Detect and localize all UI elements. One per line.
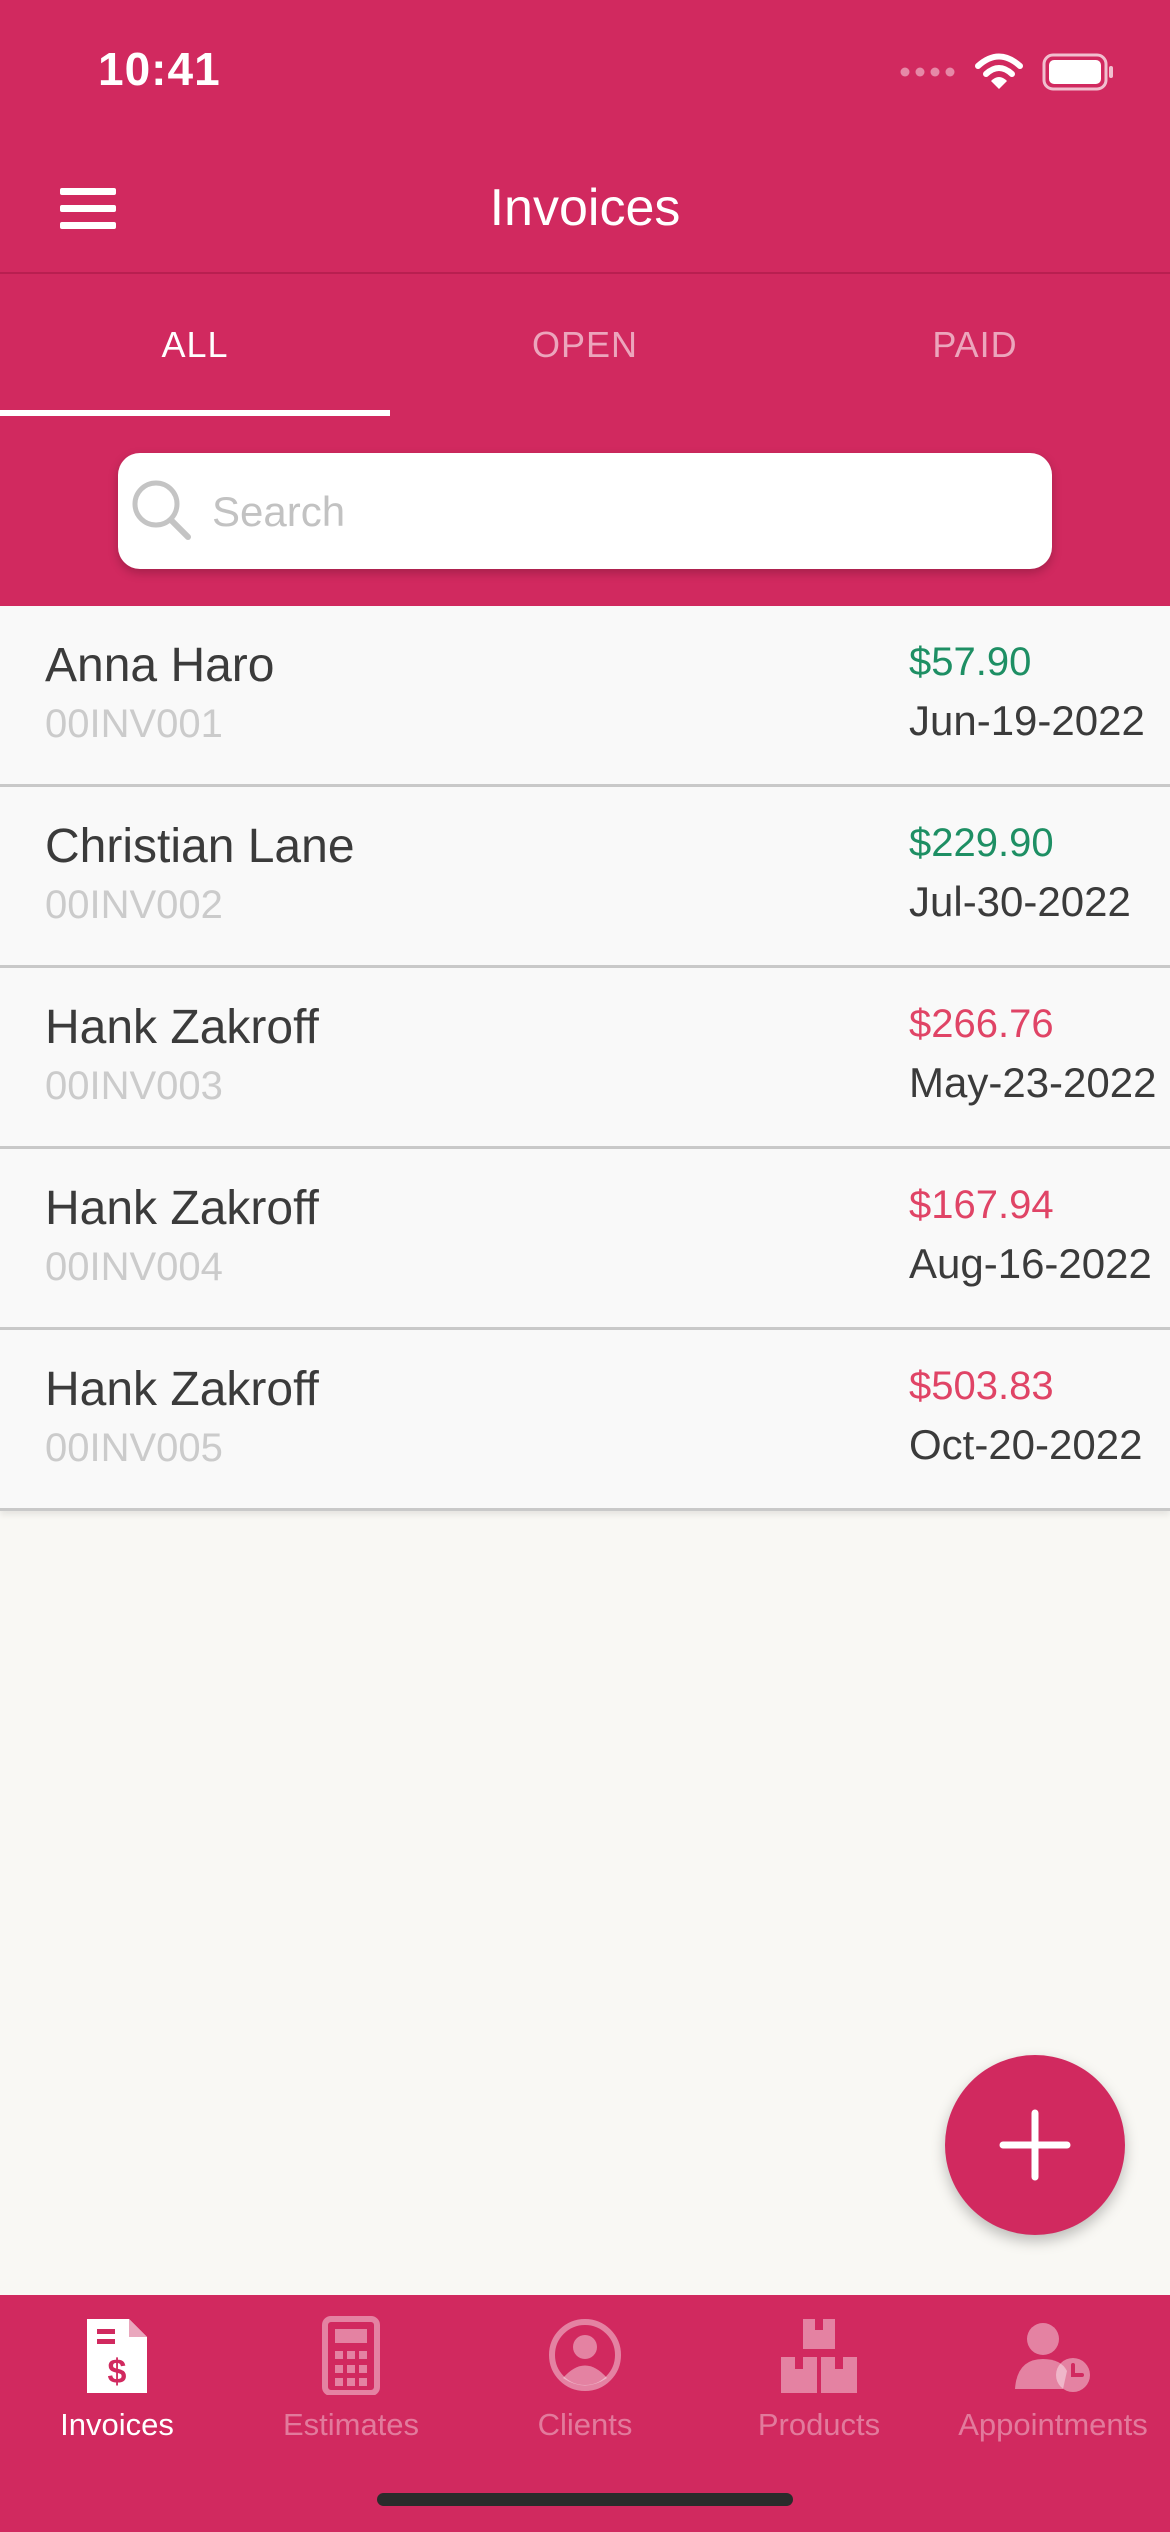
- search-area: [0, 416, 1170, 606]
- page-title: Invoices: [489, 179, 681, 237]
- invoice-number: 00INV005: [45, 1426, 223, 1470]
- app-header: Invoices: [0, 150, 1170, 274]
- invoice-date: May-23-2022: [909, 1059, 1157, 1106]
- svg-text:$: $: [108, 2353, 127, 2391]
- invoice-amount: $503.83: [909, 1364, 1054, 1408]
- invoice-number: 00INV002: [45, 883, 223, 927]
- boxes-icon: [781, 2319, 857, 2393]
- nav-estimates[interactable]: Estimates: [234, 2295, 468, 2485]
- appointment-icon: [1015, 2323, 1090, 2392]
- nav-products[interactable]: Products: [702, 2295, 936, 2485]
- search-box: [118, 453, 1052, 571]
- filter-tabs: ALL OPEN PAID: [0, 274, 1170, 416]
- client-name: Hank Zakroff: [45, 1182, 319, 1235]
- nav-label: Invoices: [60, 2407, 174, 2442]
- status-icons: [900, 52, 1114, 92]
- client-icon: [549, 2319, 621, 2391]
- nav-clients[interactable]: Clients: [468, 2295, 702, 2485]
- nav-label: Estimates: [282, 2407, 420, 2442]
- nav-label: Appointments: [958, 2407, 1148, 2442]
- tab-paid[interactable]: PAID: [780, 274, 1170, 416]
- tab-open[interactable]: OPEN: [390, 274, 780, 416]
- tab-all[interactable]: ALL: [0, 274, 390, 416]
- invoice-amount: $57.90: [909, 640, 1032, 684]
- client-name: Hank Zakroff: [45, 1001, 319, 1054]
- invoice-date: Jun-19-2022: [909, 697, 1145, 744]
- invoice-date: Oct-20-2022: [909, 1421, 1143, 1468]
- calculator-icon: [322, 2316, 380, 2395]
- client-name: Christian Lane: [45, 820, 355, 873]
- nav-label: Products: [757, 2407, 881, 2442]
- invoice-list: Anna Haro 00INV001 $57.90 Jun-19-2022 Ch…: [0, 606, 1170, 1511]
- home-indicator[interactable]: [377, 2493, 793, 2506]
- nav-invoices[interactable]: $ Invoices: [0, 2295, 234, 2485]
- invoice-number: 00INV003: [45, 1064, 223, 1108]
- invoice-row[interactable]: Hank Zakroff 00INV005 $503.83 Oct-20-202…: [0, 1330, 1170, 1511]
- nav-label: Clients: [537, 2407, 633, 2442]
- invoice-number: 00INV004: [45, 1245, 223, 1289]
- status-time: 10:41: [98, 43, 221, 95]
- invoice-row[interactable]: Hank Zakroff 00INV003 $266.76 May-23-202…: [0, 968, 1170, 1149]
- search-input[interactable]: [210, 453, 1034, 571]
- invoice-amount: $229.90: [909, 821, 1054, 865]
- client-name: Anna Haro: [45, 639, 275, 692]
- status-bar: 10:41: [0, 0, 1170, 150]
- invoice-number: 00INV001: [45, 702, 223, 746]
- bottom-tab-bar: $ Invoices Estimates Clients Products Ap…: [0, 2295, 1170, 2532]
- nav-appointments[interactable]: Appointments: [936, 2295, 1170, 2485]
- client-name: Hank Zakroff: [45, 1363, 319, 1416]
- invoice-icon: $: [87, 2319, 147, 2393]
- add-invoice-button[interactable]: [945, 2055, 1125, 2235]
- invoice-amount: $266.76: [909, 1002, 1054, 1046]
- invoice-date: Jul-30-2022: [909, 878, 1131, 925]
- invoice-row[interactable]: Hank Zakroff 00INV004 $167.94 Aug-16-202…: [0, 1149, 1170, 1330]
- wifi-icon: [975, 53, 1023, 89]
- invoice-row[interactable]: Christian Lane 00INV002 $229.90 Jul-30-2…: [0, 787, 1170, 968]
- search-icon: [132, 480, 191, 540]
- invoice-row[interactable]: Anna Haro 00INV001 $57.90 Jun-19-2022: [0, 606, 1170, 787]
- battery-icon: [1042, 53, 1113, 91]
- plus-icon: [999, 2109, 1071, 2181]
- signal-icon: [900, 67, 955, 77]
- invoice-date: Aug-16-2022: [909, 1240, 1152, 1287]
- invoice-amount: $167.94: [909, 1183, 1054, 1227]
